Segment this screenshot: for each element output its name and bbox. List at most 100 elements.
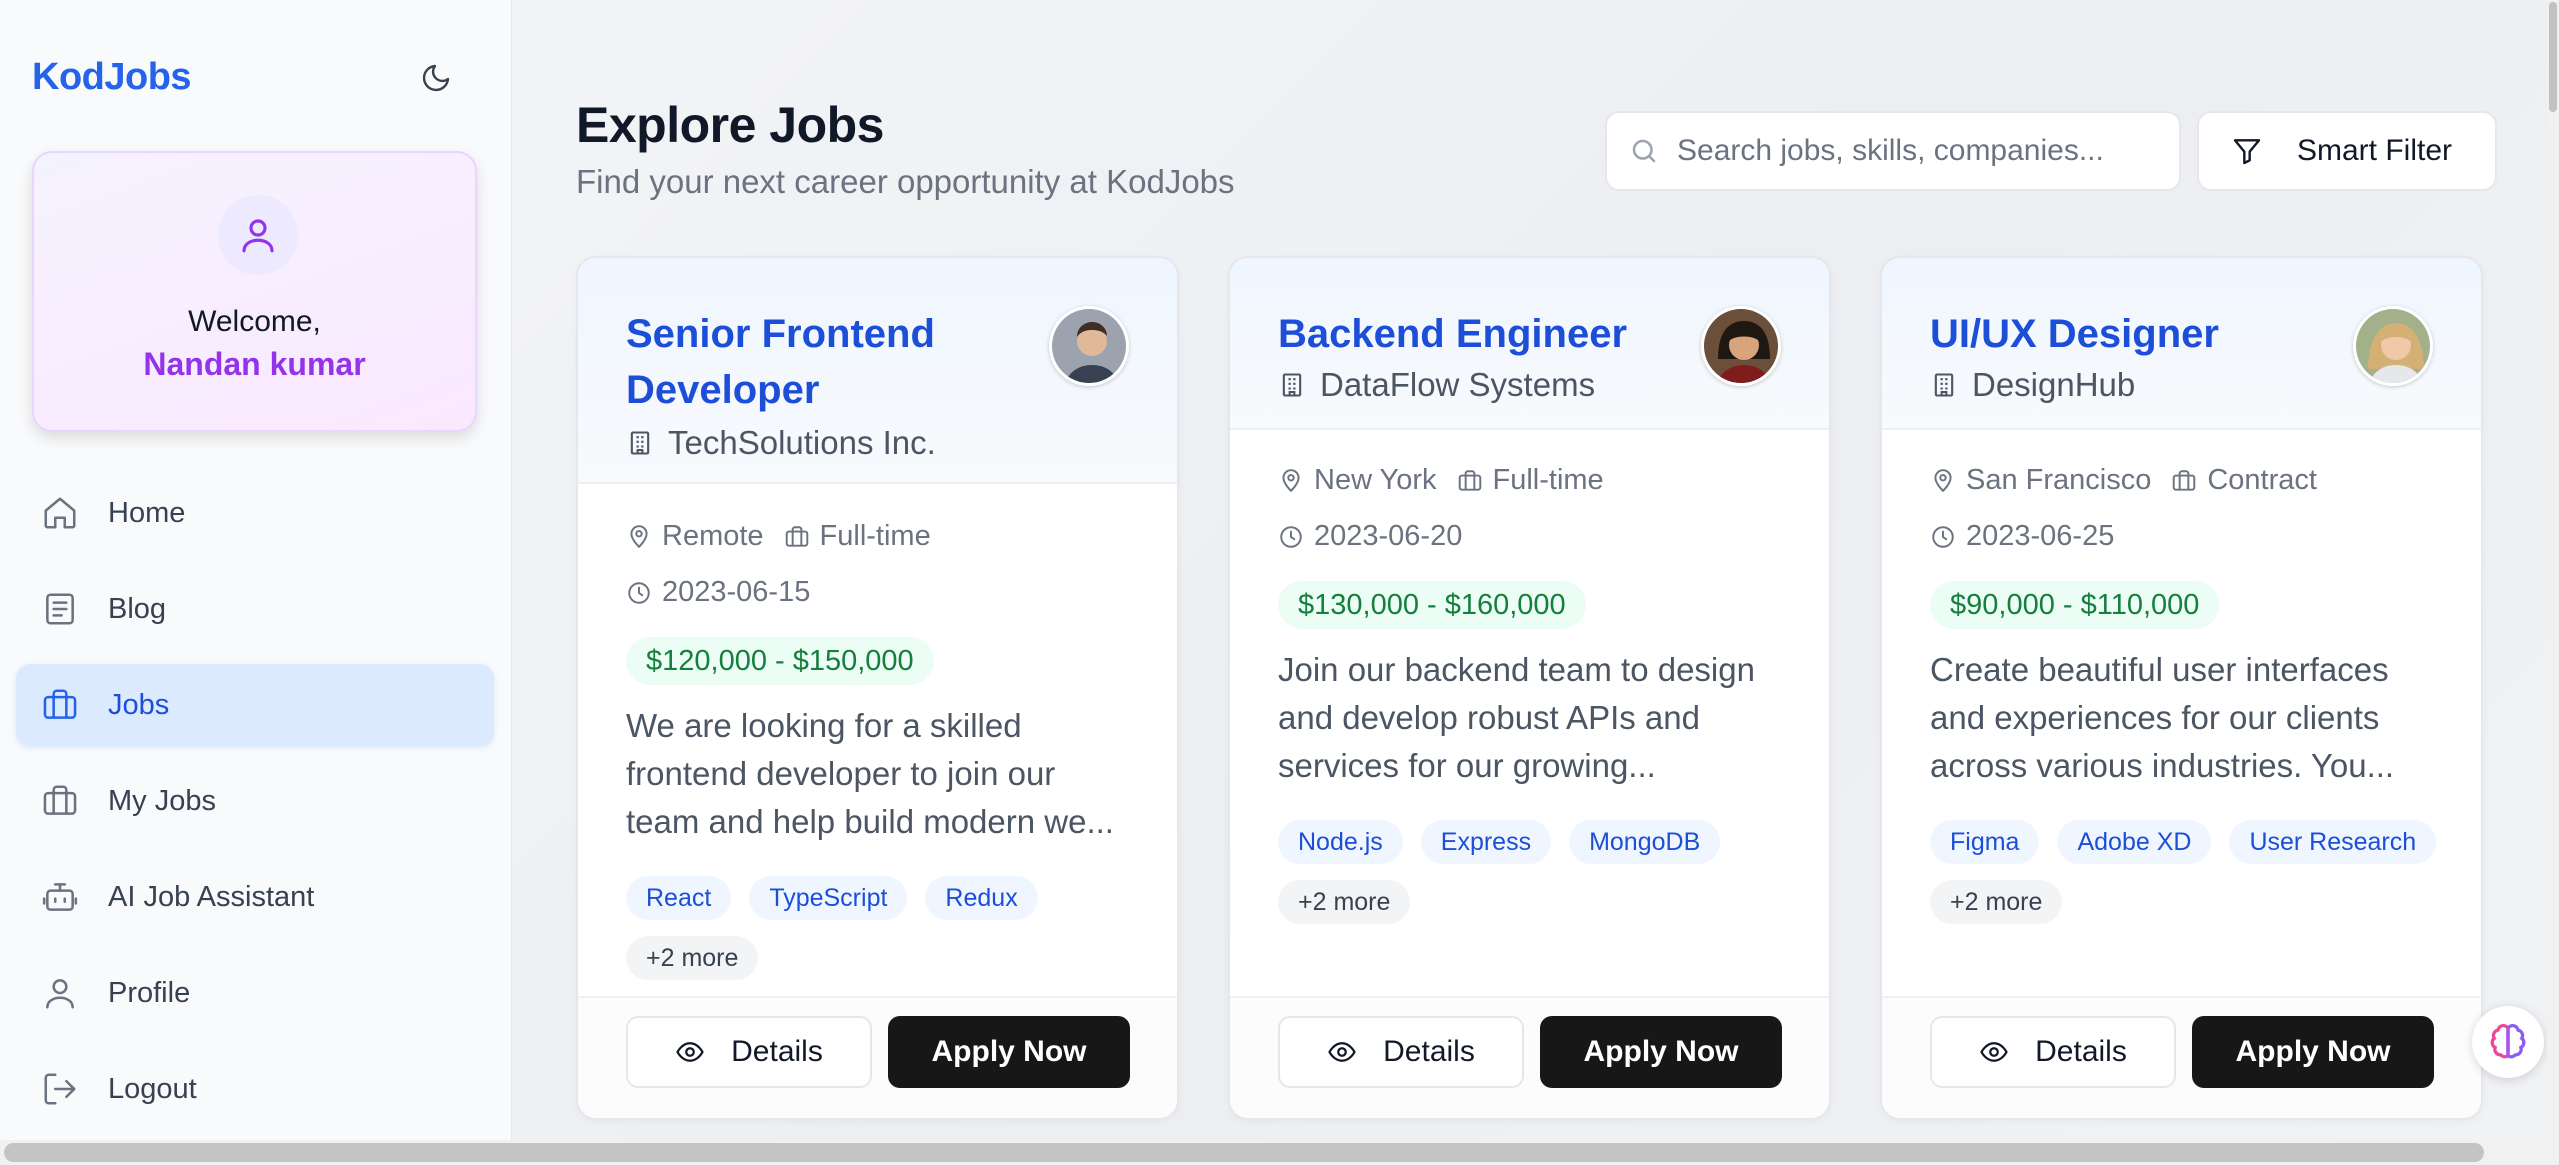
job-card: Backend Engineer DataFlow Systems New Yo… <box>1228 256 1831 1120</box>
sidebar-item-profile[interactable]: Profile <box>16 952 494 1034</box>
apply-now-button[interactable]: Apply Now <box>1540 1016 1782 1088</box>
clock-icon <box>1930 524 1956 550</box>
job-meta-date: 2023-06-20 <box>1278 520 1462 553</box>
job-card-footer: Details Apply Now <box>578 996 1177 1118</box>
job-company: TechSolutions Inc. <box>626 424 936 462</box>
sidebar-item-ai-job-assistant[interactable]: AI Job Assistant <box>16 856 494 938</box>
sidebar-item-label: AI Job Assistant <box>108 880 315 913</box>
welcome-greeting: Welcome, <box>188 305 321 338</box>
clock-icon <box>626 580 652 606</box>
job-card-header: Senior Frontend Developer TechSolutions … <box>578 258 1177 484</box>
sidebar-item-label: Logout <box>108 1072 197 1105</box>
welcome-user-name: Nandan kumar <box>143 346 366 382</box>
location-pin-icon <box>1930 468 1956 494</box>
job-type: Full-time <box>1492 464 1604 496</box>
moon-icon <box>422 64 450 92</box>
sidebar-item-my-jobs[interactable]: My Jobs <box>16 760 494 842</box>
smart-filter-button[interactable]: Smart Filter <box>2197 111 2497 191</box>
job-company: DataFlow Systems <box>1278 366 1595 404</box>
sidebar: KodJobs Welcome, Nandan kumar Home Blog … <box>0 0 512 1165</box>
details-button[interactable]: Details <box>626 1016 872 1088</box>
vertical-scrollbar[interactable] <box>2547 0 2559 1140</box>
details-button[interactable]: Details <box>1278 1016 1524 1088</box>
sidebar-item-label: Profile <box>108 976 191 1009</box>
details-label: Details <box>731 1035 823 1068</box>
building-icon <box>1278 371 1306 399</box>
job-description: Create beautiful user interfaces and exp… <box>1930 651 2395 784</box>
welcome-card: Welcome, Nandan kumar <box>32 151 477 432</box>
job-title[interactable]: UI/UX Designer <box>1930 306 2330 362</box>
skill-tag: MongoDB <box>1569 820 1721 864</box>
user-avatar <box>218 195 298 275</box>
job-meta-date: 2023-06-25 <box>1930 520 2114 553</box>
theme-toggle-button[interactable] <box>412 54 460 102</box>
user-icon <box>40 973 80 1013</box>
skill-tag: Node.js <box>1278 820 1403 864</box>
sidebar-nav: Home Blog Jobs My Jobs AI Job Assistant <box>16 472 494 1144</box>
details-button[interactable]: Details <box>1930 1016 2176 1088</box>
filter-icon <box>2233 139 2261 165</box>
job-card-footer: Details Apply Now <box>1230 996 1829 1118</box>
company-name: DataFlow Systems <box>1320 366 1596 403</box>
details-label: Details <box>2035 1035 2127 1068</box>
logout-icon <box>40 1069 80 1109</box>
sidebar-item-home[interactable]: Home <box>16 472 494 554</box>
eye-icon <box>1979 1037 2009 1067</box>
skill-tag: User Research <box>2229 820 2437 864</box>
home-icon <box>40 493 80 533</box>
job-meta-location-type: New York Full-time <box>1278 464 1604 497</box>
robot-icon <box>40 877 80 917</box>
job-date: 2023-06-20 <box>1314 520 1463 552</box>
company-avatar <box>2353 306 2433 386</box>
skill-tags: Node.js Express MongoDB +2 more <box>1278 820 1798 924</box>
job-meta-location-type: Remote Full-time <box>626 520 931 553</box>
job-location: San Francisco <box>1966 464 2152 496</box>
job-location: Remote <box>662 520 764 552</box>
job-description: Join our backend team to design and deve… <box>1278 651 1755 784</box>
briefcase-icon <box>2171 468 2197 494</box>
job-title[interactable]: Senior Frontend Developer <box>626 306 1026 418</box>
building-icon <box>626 429 654 457</box>
briefcase-icon <box>40 685 80 725</box>
job-company: DesignHub <box>1930 366 2135 404</box>
page-title: Explore Jobs <box>576 97 885 153</box>
smart-filter-label: Smart Filter <box>2297 134 2453 167</box>
briefcase-icon <box>40 781 80 821</box>
horizontal-scrollbar-thumb[interactable] <box>4 1143 2484 1162</box>
skill-tags: React TypeScript Redux +2 more <box>626 876 1146 980</box>
search-box[interactable] <box>1605 111 2181 191</box>
brain-icon <box>2490 1024 2526 1059</box>
apply-now-button[interactable]: Apply Now <box>2192 1016 2434 1088</box>
salary-badge: $90,000 - $110,000 <box>1930 581 2220 629</box>
eye-icon <box>675 1037 705 1067</box>
job-location: New York <box>1314 464 1437 496</box>
page-subtitle: Find your next career opportunity at Kod… <box>576 163 1235 200</box>
details-label: Details <box>1383 1035 1475 1068</box>
job-card: Senior Frontend Developer TechSolutions … <box>576 256 1179 1120</box>
apply-now-button[interactable]: Apply Now <box>888 1016 1130 1088</box>
skill-tag: TypeScript <box>749 876 908 920</box>
job-meta-location-type: San Francisco Contract <box>1930 464 2317 497</box>
sidebar-item-label: Blog <box>108 592 167 625</box>
skill-tag: Redux <box>925 876 1038 920</box>
search-icon <box>1632 139 1656 163</box>
search-input[interactable] <box>1677 134 2157 168</box>
sidebar-item-blog[interactable]: Blog <box>16 568 494 650</box>
user-icon <box>242 219 274 253</box>
job-description: We are looking for a skilled frontend de… <box>626 707 1114 840</box>
sidebar-item-label: Jobs <box>108 688 170 721</box>
job-date: 2023-06-25 <box>1966 520 2115 552</box>
company-avatar <box>1701 306 1781 386</box>
skill-tag: React <box>626 876 732 920</box>
job-title[interactable]: Backend Engineer <box>1278 306 1678 362</box>
vertical-scrollbar-thumb[interactable] <box>2549 2 2557 112</box>
sidebar-item-jobs[interactable]: Jobs <box>16 664 494 746</box>
job-type: Contract <box>2207 464 2317 496</box>
briefcase-icon <box>1457 468 1483 494</box>
job-date: 2023-06-15 <box>662 576 811 608</box>
ai-assistant-button[interactable] <box>2472 1006 2544 1078</box>
brand-logo[interactable]: KodJobs <box>32 56 192 99</box>
job-card-header: Backend Engineer DataFlow Systems <box>1230 258 1829 430</box>
job-card-header: UI/UX Designer DesignHub <box>1882 258 2481 430</box>
sidebar-item-logout[interactable]: Logout <box>16 1048 494 1130</box>
